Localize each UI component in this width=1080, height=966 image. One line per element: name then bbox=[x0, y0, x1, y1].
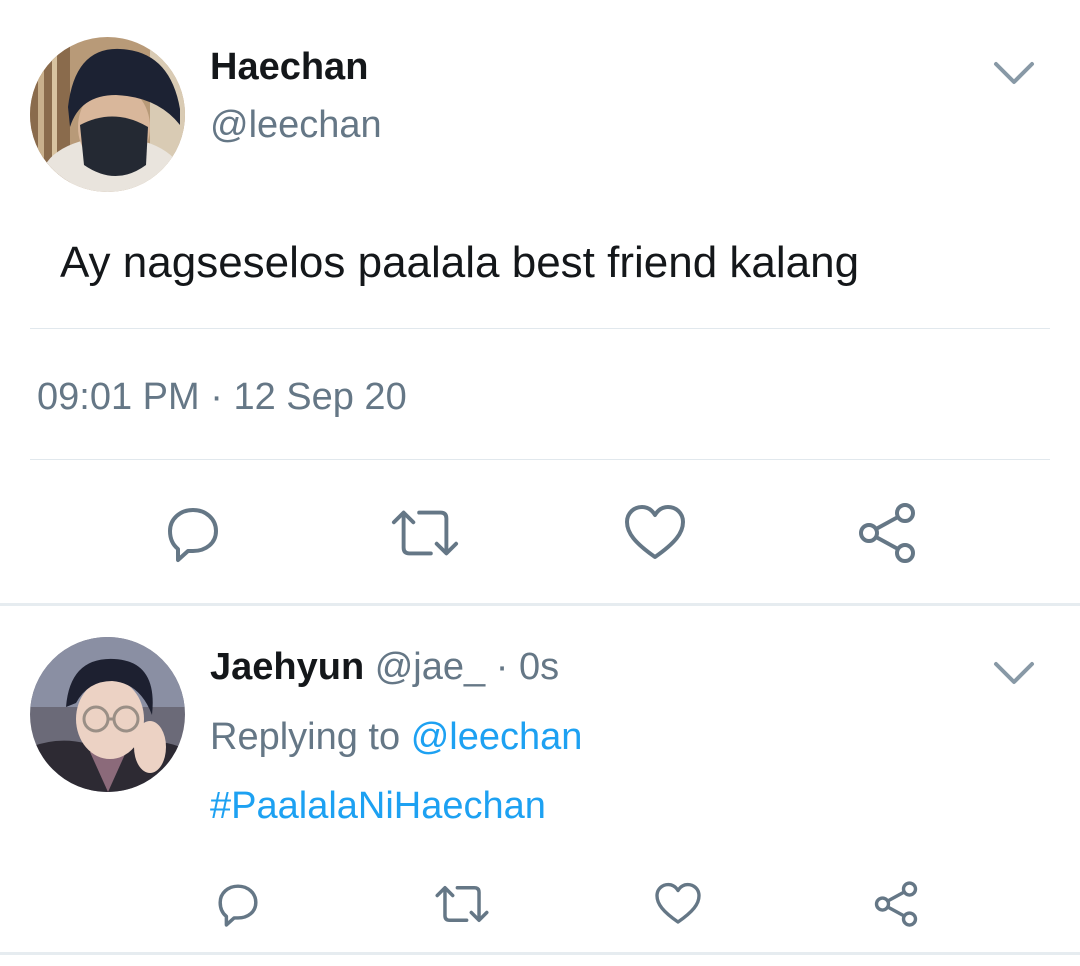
replying-to-link[interactable]: @leechan bbox=[411, 716, 583, 758]
tweet-separator bbox=[0, 952, 1080, 955]
reply-age: 0s bbox=[518, 646, 560, 688]
jaehyun-display-name[interactable]: Jaehyun bbox=[210, 646, 364, 688]
retweet-button[interactable] bbox=[390, 498, 460, 568]
replying-to-label: Replying to bbox=[210, 716, 401, 758]
tweet-separator bbox=[0, 603, 1080, 606]
haechan-avatar[interactable] bbox=[30, 37, 185, 192]
like-button[interactable] bbox=[620, 498, 690, 568]
share-button[interactable] bbox=[852, 498, 922, 568]
reply-separator: · bbox=[495, 646, 509, 688]
replying-to-line: Replying to @leechan bbox=[210, 718, 582, 756]
tweet-date: 12 Sep 20 bbox=[233, 376, 407, 418]
heart-icon bbox=[655, 882, 701, 924]
jaehyun-avatar-image bbox=[30, 637, 185, 792]
reply-button[interactable] bbox=[158, 498, 228, 568]
haechan-handle[interactable]: @leechan bbox=[210, 106, 382, 144]
meta-separator: · bbox=[210, 376, 223, 418]
reply-like-button[interactable] bbox=[652, 878, 704, 930]
chevron-down-icon bbox=[994, 662, 1034, 684]
jaehyun-handle[interactable]: @jae_ bbox=[375, 646, 485, 688]
retweet-icon bbox=[435, 886, 489, 922]
share-icon bbox=[859, 503, 915, 563]
divider bbox=[30, 459, 1050, 460]
share-icon bbox=[874, 881, 918, 927]
reply-tweet-menu-button[interactable] bbox=[992, 658, 1036, 688]
chevron-down-icon bbox=[994, 62, 1034, 84]
retweet-icon bbox=[391, 510, 459, 556]
main-tweet-menu-button[interactable] bbox=[992, 58, 1036, 88]
divider bbox=[30, 328, 1050, 329]
reply-share-button[interactable] bbox=[870, 878, 922, 930]
tweet-time: 09:01 PM bbox=[37, 376, 200, 418]
haechan-avatar-image bbox=[30, 37, 185, 192]
reply-icon bbox=[218, 884, 258, 927]
main-tweet-text: Ay nagseselos paalala best friend kalang bbox=[60, 238, 860, 287]
reply-icon bbox=[168, 508, 218, 562]
hashtag-link[interactable]: #PaalalaNiHaechan bbox=[210, 787, 546, 825]
jaehyun-avatar[interactable] bbox=[30, 637, 185, 792]
tweet-timestamp[interactable]: 09:01 PM · 12 Sep 20 bbox=[37, 378, 407, 416]
reply-header: Jaehyun @jae_ · 0s bbox=[210, 648, 559, 686]
heart-icon bbox=[625, 505, 685, 559]
haechan-display-name[interactable]: Haechan bbox=[210, 48, 368, 86]
reply-reply-button[interactable] bbox=[212, 878, 264, 930]
reply-retweet-button[interactable] bbox=[434, 878, 490, 930]
